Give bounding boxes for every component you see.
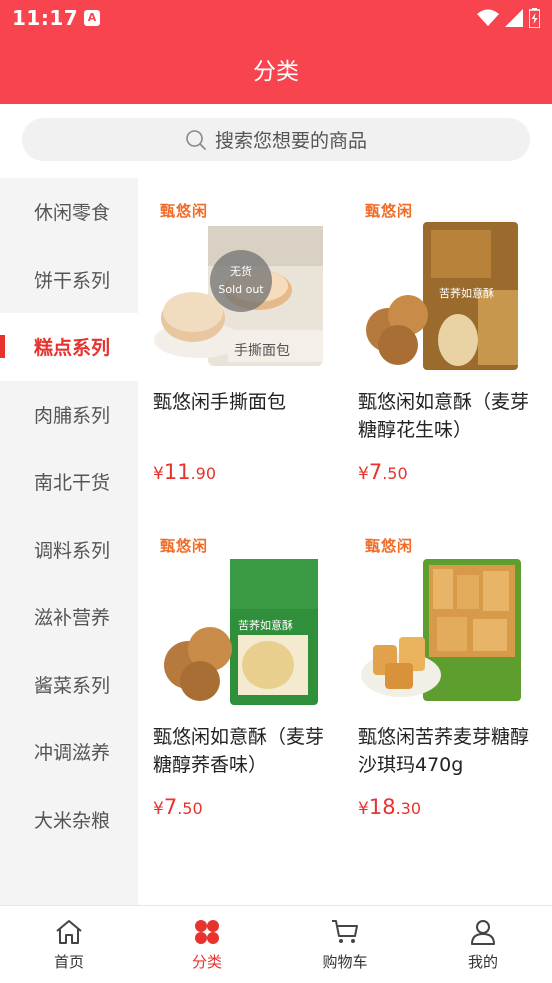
product-card[interactable]: 甄悠闲 苦荞如意酥 甄悠闲如意酥（麦芽糖醇荞香味） ¥7.50 xyxy=(138,513,328,848)
sidebar-item-biscuits[interactable]: 饼干系列 xyxy=(0,246,138,314)
product-grid: 甄悠闲 手撕面包 无货 Sold out 甄悠闲手撕面包 ¥11.90 甄悠闲 … xyxy=(138,178,552,905)
package-label: 苦荞如意酥 xyxy=(439,287,494,300)
sidebar-item-dry-goods[interactable]: 南北干货 xyxy=(0,448,138,516)
system-icons xyxy=(477,8,540,28)
tab-label: 首页 xyxy=(53,953,84,971)
price-integer: 7 xyxy=(163,795,178,819)
sidebar-item-jerky[interactable]: 肉脯系列 xyxy=(0,381,138,449)
price-currency: ¥ xyxy=(153,799,164,819)
package-label: 苦荞如意酥 xyxy=(238,619,293,632)
product-price: ¥7.50 xyxy=(358,460,408,484)
sidebar-item-nutrition[interactable]: 滋补营养 xyxy=(0,583,138,651)
brand-logo: 甄悠闲 xyxy=(365,537,414,555)
sidebar-item-label: 大米杂粮 xyxy=(34,809,111,832)
sold-out-badge: 无货 Sold out xyxy=(210,250,272,312)
search-bar-container: 搜索您想要的商品 xyxy=(0,104,552,174)
product-image: 甄悠闲 苦荞如意酥 xyxy=(148,525,328,705)
wifi-icon xyxy=(477,9,499,26)
brand-logo: 甄悠闲 xyxy=(160,537,209,555)
product-name: 甄悠闲如意酥（麦芽糖醇荞香味） xyxy=(153,726,325,776)
sidebar-item-snacks[interactable]: 休闲零食 xyxy=(0,178,138,246)
sidebar-item-label: 冲调滋养 xyxy=(34,742,111,765)
status-bar: 11:17 A xyxy=(0,0,552,36)
tab-label: 购物车 xyxy=(322,953,368,971)
product-name: 甄悠闲苦荞麦芽糖醇沙琪玛470g xyxy=(358,726,530,776)
sidebar-item-grains[interactable]: 大米杂粮 xyxy=(0,786,138,854)
price-integer: 18 xyxy=(368,795,396,819)
sidebar-item-seasoning[interactable]: 调料系列 xyxy=(0,516,138,584)
tab-cart[interactable]: 购物车 xyxy=(276,906,414,983)
sidebar-item-label: 酱菜系列 xyxy=(34,674,111,697)
product-card[interactable]: 甄悠闲 苦荞如意酥 甄悠闲如意酥（麦芽糖醇花生味） ¥7.50 xyxy=(343,178,533,513)
brand-logo: 甄悠闲 xyxy=(365,202,414,220)
sidebar-item-label: 糕点系列 xyxy=(34,337,111,360)
sidebar-item-label: 滋补营养 xyxy=(34,607,111,630)
price-decimal: .50 xyxy=(382,464,408,483)
status-time: 11:17 xyxy=(12,6,79,30)
product-price: ¥11.90 xyxy=(153,460,216,484)
sold-out-subtext: Sold out xyxy=(218,283,264,296)
header-bar: 11:17 A 分类 xyxy=(0,0,552,104)
tab-label: 我的 xyxy=(467,953,498,971)
cart-icon xyxy=(332,920,358,943)
product-name: 甄悠闲手撕面包 xyxy=(153,391,287,413)
tab-label: 分类 xyxy=(191,953,222,971)
product-image: 甄悠闲 xyxy=(353,525,533,705)
sidebar-item-label: 肉脯系列 xyxy=(34,404,111,427)
sold-out-text: 无货 xyxy=(230,265,252,278)
sidebar-item-label: 休闲零食 xyxy=(34,202,111,225)
tab-category[interactable]: 分类 xyxy=(138,906,276,983)
sidebar-item-label: 调料系列 xyxy=(34,539,111,562)
search-placeholder: 搜索您想要的商品 xyxy=(214,130,367,152)
package-label: 手撕面包 xyxy=(234,343,290,359)
sidebar-item-drinks[interactable]: 冲调滋养 xyxy=(0,718,138,786)
user-icon xyxy=(471,920,495,945)
product-image: 甄悠闲 苦荞如意酥 xyxy=(353,190,533,370)
app-root: 11:17 A 分类 搜索您想要的商品 休闲零食 饼干系列 糕点系列 肉脯系列 … xyxy=(0,0,552,983)
sidebar-item-label: 饼干系列 xyxy=(34,269,111,292)
product-price: ¥18.30 xyxy=(358,795,421,819)
product-name: 甄悠闲如意酥（麦芽糖醇花生味） xyxy=(358,391,530,441)
product-card[interactable]: 甄悠闲 甄悠闲苦荞麦芽糖醇沙琪玛470g ¥18.30 xyxy=(343,513,533,848)
tab-home[interactable]: 首页 xyxy=(0,906,138,983)
price-integer: 11 xyxy=(163,460,191,484)
price-decimal: .30 xyxy=(395,799,422,818)
app-notification-icon: A xyxy=(84,10,100,26)
price-currency: ¥ xyxy=(358,799,369,819)
price-decimal: .50 xyxy=(177,799,203,818)
sidebar-item-pickles[interactable]: 酱菜系列 xyxy=(0,651,138,719)
category-sidebar: 休闲零食 饼干系列 糕点系列 肉脯系列 南北干货 调料系列 滋补营养 酱菜系列 … xyxy=(0,178,138,905)
product-card[interactable]: 甄悠闲 手撕面包 无货 Sold out 甄悠闲手撕面包 ¥11.90 xyxy=(138,178,328,513)
price-integer: 7 xyxy=(368,460,383,484)
tab-profile[interactable]: 我的 xyxy=(414,906,552,983)
signal-icon xyxy=(505,9,523,27)
price-currency: ¥ xyxy=(358,464,369,484)
sidebar-item-pastries[interactable]: 糕点系列 xyxy=(0,313,138,381)
product-image: 甄悠闲 手撕面包 无货 Sold out xyxy=(148,190,328,370)
search-input[interactable]: 搜索您想要的商品 xyxy=(22,118,530,161)
home-icon xyxy=(56,920,82,944)
price-currency: ¥ xyxy=(153,464,164,484)
price-decimal: .90 xyxy=(190,464,217,483)
sidebar-item-label: 南北干货 xyxy=(34,472,111,495)
product-price: ¥7.50 xyxy=(153,795,203,819)
page-title: 分类 xyxy=(253,59,299,85)
category-icon xyxy=(195,920,219,944)
brand-logo: 甄悠闲 xyxy=(160,202,209,220)
search-icon xyxy=(186,129,206,150)
battery-icon xyxy=(529,8,540,28)
bottom-tab-bar: 首页 分类 购物车 我的 xyxy=(0,905,552,983)
